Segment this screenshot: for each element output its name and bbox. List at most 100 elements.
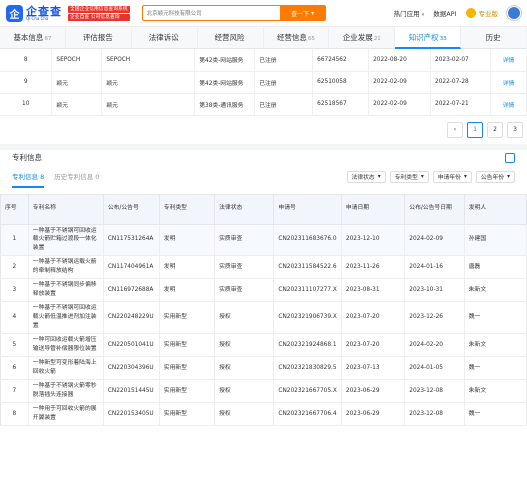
patent-pub-date-cell: 2024-02-09 xyxy=(404,224,465,257)
patent-name-cell[interactable]: 一种可回收运载火箭增压输送导管补偿器限位装置 xyxy=(28,333,104,358)
patent-no-cell: 8 xyxy=(0,402,29,427)
filter-publish-year[interactable]: 公告年份 ▾ xyxy=(475,170,515,183)
patent-inventor-cell: 朱新文 xyxy=(464,379,527,404)
filter-legal-status[interactable]: 法律状态 ▾ xyxy=(346,170,386,183)
patent-inventor-cell: 魏一 xyxy=(464,402,527,427)
patent-app-date-cell: 2023-07-20 xyxy=(341,301,406,335)
patent-status-cell: 实质审查 xyxy=(214,224,275,257)
chevron-down-icon: ▾ xyxy=(420,173,424,180)
tab-development[interactable]: 企业发展21 xyxy=(329,26,396,49)
patent-pub-date-cell: 2024-02-20 xyxy=(404,333,465,358)
patent-no-cell: 4 xyxy=(0,301,29,335)
detail-link[interactable]: 详情 xyxy=(490,49,527,72)
pagination: ‹ 1 2 3 xyxy=(0,116,527,144)
patent-name-cell[interactable]: 一种基于不锈钢同步偏移释放装置 xyxy=(28,278,104,303)
page-2-button[interactable]: 2 xyxy=(487,121,503,138)
patent-status-cell: 实质审查 xyxy=(214,278,275,303)
patent-app-date-cell: 2023-07-20 xyxy=(341,333,406,358)
logo-text: 企查查 xyxy=(26,4,62,18)
patent-pub-date-cell: 2024-01-05 xyxy=(404,356,465,381)
patent-app-date-cell: 2023-07-13 xyxy=(341,356,406,381)
search-input[interactable]: 北京颖元科技有限公司 xyxy=(141,5,280,21)
section-title: 专利信息 xyxy=(12,153,42,162)
patent-app-date-cell: 2023-06-29 xyxy=(341,402,406,427)
filter-apply-year[interactable]: 申请年份 ▾ xyxy=(432,170,472,183)
patent-status-cell: 授权 xyxy=(214,356,275,381)
tab-basic-info[interactable]: 基本信息67 xyxy=(0,26,66,49)
tab-operation[interactable]: 经营信息65 xyxy=(264,26,330,49)
vip-crown-icon xyxy=(465,8,476,18)
patent-name-cell[interactable]: 一种用于可回收火箭的展开翼装置 xyxy=(28,402,104,427)
chevron-down-icon: ▾ xyxy=(507,173,510,180)
prev-page-button[interactable]: ‹ xyxy=(447,121,463,138)
patent-name-cell[interactable]: 一种基于不锈钢运载火箭的牵制释放结构 xyxy=(28,255,104,280)
tab-ip[interactable]: 知识产权33 xyxy=(395,26,462,49)
patent-pub-no-cell: CN220501041U xyxy=(103,333,160,358)
patent-name-cell[interactable]: 一种基于不锈钢可回收运载火箭贮箱过渡段一体化装置 xyxy=(28,224,104,257)
chevron-down-icon: ▾ xyxy=(377,173,381,180)
table-row: 1 一种基于不锈钢可回收运载火箭贮箱过渡段一体化装置 CN117531264A 发明实… xyxy=(0,224,527,257)
detail-link[interactable]: 详情 xyxy=(490,93,527,116)
table-row: 3 一种基于不锈钢同步偏移释放装置 CN116972688A 发明 实质审查 CN2023… xyxy=(0,278,527,303)
page-3-button[interactable]: 3 xyxy=(507,121,523,138)
patent-type-cell: 发明 xyxy=(159,255,216,280)
patent-no-cell: 7 xyxy=(0,379,29,404)
patent-pub-no-cell: CN116972688A xyxy=(103,278,160,303)
tab-history[interactable]: 历史 xyxy=(461,26,527,49)
patent-inventor-cell: 朱新文 xyxy=(464,333,527,358)
trademark-image[interactable]: SEPOCH xyxy=(51,49,103,72)
hot-apps-menu[interactable]: 热门应用 ▾ xyxy=(394,8,425,18)
trademark-image[interactable]: 颖元 xyxy=(51,93,103,116)
patent-app-no-cell: CN202321667706.4 xyxy=(273,402,342,427)
patent-pub-date-cell: 2023-12-08 xyxy=(404,379,465,404)
patent-name-cell[interactable]: 一种基于不锈钢火箭零秒脱落插头连接器 xyxy=(28,379,104,404)
slogan-line-2: 企业自查 公司信息查询 xyxy=(68,13,130,21)
patent-pub-date-cell: 2023-10-31 xyxy=(404,278,465,303)
patent-no-cell: 3 xyxy=(0,278,29,303)
patent-name-cell[interactable]: 一种基于不锈钢可回收运载火箭低温推进剂加注装置 xyxy=(28,301,104,335)
tab-report[interactable]: 评估报告 xyxy=(66,26,132,49)
subtab-history-patents[interactable]: 历史专利信息 0 xyxy=(54,166,99,188)
subtab-patents[interactable]: 专利信息 8 xyxy=(12,166,45,188)
patent-no-cell: 2 xyxy=(0,255,29,280)
patent-app-no-cell: CN202321924868.1 xyxy=(273,333,342,358)
detail-link[interactable]: 详情 xyxy=(490,71,527,94)
search-button-label: 查一下 xyxy=(291,10,310,18)
tab-legal[interactable]: 法律诉讼 xyxy=(132,26,198,49)
trademark-table: 8 SEPOCH SEPOCH 第42类-网站服务 已注册 66724562 2… xyxy=(0,49,527,116)
table-row: 4 一种基于不锈钢可回收运载火箭低温推进剂加注装置 CN220248229U 实用新型… xyxy=(0,301,527,335)
patent-status-cell: 授权 xyxy=(214,333,275,358)
patent-name-cell[interactable]: 一种新型可变形着陆海上回收火箭 xyxy=(28,356,104,381)
patent-app-no-cell: CN202311683676.0 xyxy=(273,224,342,257)
patent-no-cell: 1 xyxy=(0,224,29,257)
table-row: 6 一种新型可变形着陆海上回收火箭 CN220304396U 实用新型 授权 CN2023… xyxy=(0,356,527,381)
table-row: 2 一种基于不锈钢运载火箭的牵制释放结构 CN117404961A 发明 实质审查 CN2… xyxy=(0,255,527,280)
table-row: 10 颖元 颖元 第38类-通讯服务 已注册 62518567 2022-02-… xyxy=(0,93,527,116)
filter-patent-type[interactable]: 专利类型 ▾ xyxy=(389,170,429,183)
vip-link[interactable]: 专业版 xyxy=(465,8,498,18)
patent-pub-no-cell: CN220304396U xyxy=(103,356,160,381)
patent-inventor-cell: 朱新文 xyxy=(464,278,527,303)
page-1-button[interactable]: 1 xyxy=(467,121,483,138)
table-row: 8 一种用于可回收火箭的展开翼装置 CN220153405U 实用新型 授权 CN2023… xyxy=(0,402,527,427)
patent-pub-no-cell: CN117531264A xyxy=(103,224,160,257)
patent-type-cell: 实用新型 xyxy=(159,356,216,381)
patent-app-no-cell: CN202321667705.X xyxy=(273,379,342,404)
site-logo[interactable]: 企 企查查 Qi Cha Cha xyxy=(6,4,62,22)
patent-table: 序号 专利名称 公布/公告号 专利类型 法律状态 申请号 申请日期 公布/公告号… xyxy=(0,193,527,427)
tab-risk[interactable]: 经营风险 xyxy=(198,26,264,49)
side-panel-icon[interactable] xyxy=(505,152,515,163)
patent-pub-date-cell: 2023-12-26 xyxy=(404,301,465,335)
trademark-image[interactable]: 颖元 xyxy=(51,71,103,94)
search-button[interactable]: 查一下 ▾ xyxy=(279,5,326,21)
user-avatar[interactable] xyxy=(507,6,521,20)
patent-status-cell: 授权 xyxy=(214,379,275,404)
data-api-link[interactable]: 数据API xyxy=(433,8,456,18)
patent-status-cell: 授权 xyxy=(214,402,275,427)
patent-type-cell: 实用新型 xyxy=(159,402,216,427)
patent-status-cell: 授权 xyxy=(214,301,275,335)
table-row: 5 一种可回收运载火箭增压输送导管补偿器限位装置 CN220501041U 实用新型授… xyxy=(0,333,527,358)
patent-section-header: 专利信息 xyxy=(0,143,527,166)
table-row: 9 颖元 颖元 第42类-网站服务 已注册 62510058 2022-02-0… xyxy=(0,71,527,94)
patent-app-date-cell: 2023-06-29 xyxy=(341,379,406,404)
